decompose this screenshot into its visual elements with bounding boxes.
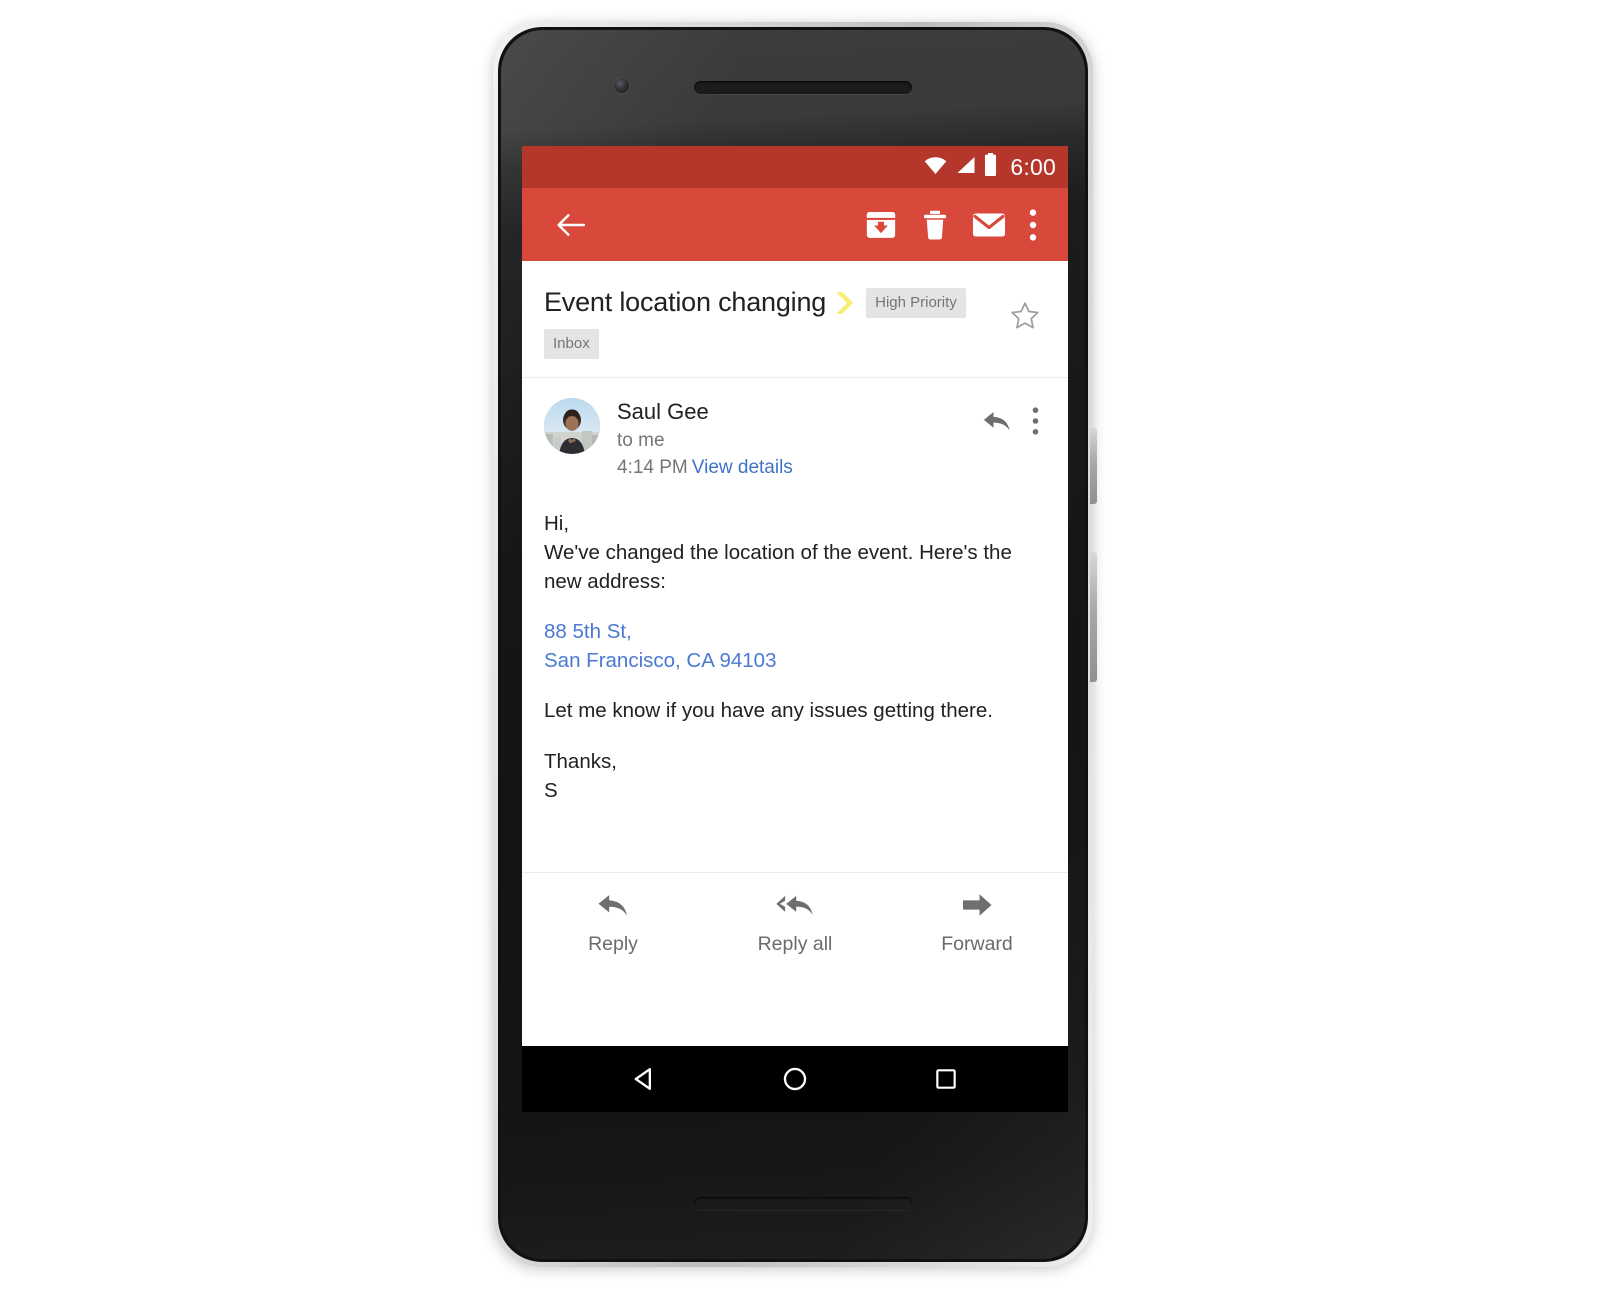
- screenshot-root: 6:00 Event location changing High Priori…: [0, 0, 1600, 1293]
- battery-icon: [983, 153, 998, 181]
- overflow-menu-icon[interactable]: [1020, 400, 1050, 442]
- nav-home-circle-icon[interactable]: [768, 1052, 822, 1106]
- forward-arrow-icon: [960, 891, 994, 924]
- sender-name: Saul Gee: [617, 399, 709, 425]
- sender-meta: 4:14 PM View details: [617, 455, 976, 481]
- body-line-1: We've changed the location of the event.…: [544, 541, 1012, 594]
- power-button[interactable]: [1090, 428, 1097, 504]
- reply-button[interactable]: Reply: [522, 891, 704, 956]
- archive-icon[interactable]: [854, 198, 908, 252]
- reply-label: Reply: [588, 933, 638, 956]
- sender-avatar-photo[interactable]: [544, 398, 600, 455]
- sender-row: Saul Gee to me 4:14 PM View details: [522, 378, 1068, 491]
- overflow-menu-icon[interactable]: [1016, 198, 1050, 252]
- view-details-link[interactable]: View details: [692, 457, 793, 478]
- front-camera-icon: [614, 78, 629, 93]
- empty-area: [522, 978, 1068, 1046]
- subject-line: Event location changing High Priority: [544, 287, 1002, 318]
- forward-label: Forward: [941, 933, 1013, 956]
- body-signoff-block: Thanks, S: [544, 747, 1042, 805]
- inbox-label-chip[interactable]: Inbox: [544, 329, 599, 360]
- address-line-2[interactable]: San Francisco, CA 94103: [544, 646, 1042, 675]
- subject-header: Event location changing High Priority In…: [522, 261, 1068, 379]
- importance-chevron-icon[interactable]: [835, 291, 857, 315]
- subject-left-column: Event location changing High Priority In…: [544, 287, 1002, 360]
- wifi-icon: [923, 155, 948, 180]
- nav-recents-square-icon[interactable]: [919, 1052, 973, 1106]
- envelope-icon[interactable]: [962, 198, 1016, 252]
- body-greeting: Hi,: [544, 511, 570, 535]
- body-paragraph-intro: Hi, We've changed the location of the ev…: [544, 509, 1042, 596]
- status-bar-clock: 6:00: [1010, 153, 1056, 180]
- body-signoff: Thanks,: [544, 749, 617, 773]
- status-bar: 6:00: [522, 146, 1068, 188]
- app-toolbar: [522, 188, 1068, 261]
- volume-button[interactable]: [1090, 552, 1097, 682]
- sender-recipient[interactable]: to me: [617, 428, 976, 454]
- reply-actions-row: Reply Reply all Forward: [522, 872, 1068, 978]
- nav-back-triangle-icon[interactable]: [617, 1052, 671, 1106]
- cellular-signal-icon: [954, 155, 977, 180]
- reply-arrow-icon[interactable]: [976, 400, 1018, 442]
- label-row: Inbox: [544, 329, 1002, 360]
- forward-button[interactable]: Forward: [886, 891, 1068, 956]
- bottom-speaker: [694, 1197, 912, 1210]
- body-signature: S: [544, 778, 558, 802]
- message-container: Saul Gee to me 4:14 PM View details Hi, …: [522, 378, 1068, 1046]
- reply-all-button[interactable]: Reply all: [704, 891, 886, 956]
- trash-icon[interactable]: [908, 198, 962, 252]
- sender-info: Saul Gee to me 4:14 PM View details: [617, 398, 976, 481]
- phone-screen: 6:00 Event location changing High Priori…: [522, 146, 1068, 1112]
- message-actions: [976, 398, 1050, 442]
- priority-chip[interactable]: High Priority: [866, 287, 966, 318]
- message-time: 4:14 PM: [617, 457, 688, 479]
- email-subject: Event location changing: [544, 287, 827, 317]
- address-line-1[interactable]: 88 5th St,: [544, 617, 1042, 646]
- reply-all-arrow-icon: [775, 891, 815, 924]
- earpiece-speaker: [694, 81, 912, 94]
- back-arrow-icon[interactable]: [544, 198, 598, 252]
- star-outline-icon[interactable]: [1002, 293, 1048, 339]
- body-address-block[interactable]: 88 5th St, San Francisco, CA 94103: [544, 617, 1042, 675]
- email-body: Hi, We've changed the location of the ev…: [522, 491, 1068, 805]
- reply-all-label: Reply all: [757, 933, 833, 956]
- body-line-2: Let me know if you have any issues getti…: [544, 699, 993, 723]
- android-nav-bar: [522, 1046, 1068, 1112]
- status-bar-icons: [923, 153, 998, 181]
- reply-arrow-icon: [596, 891, 630, 924]
